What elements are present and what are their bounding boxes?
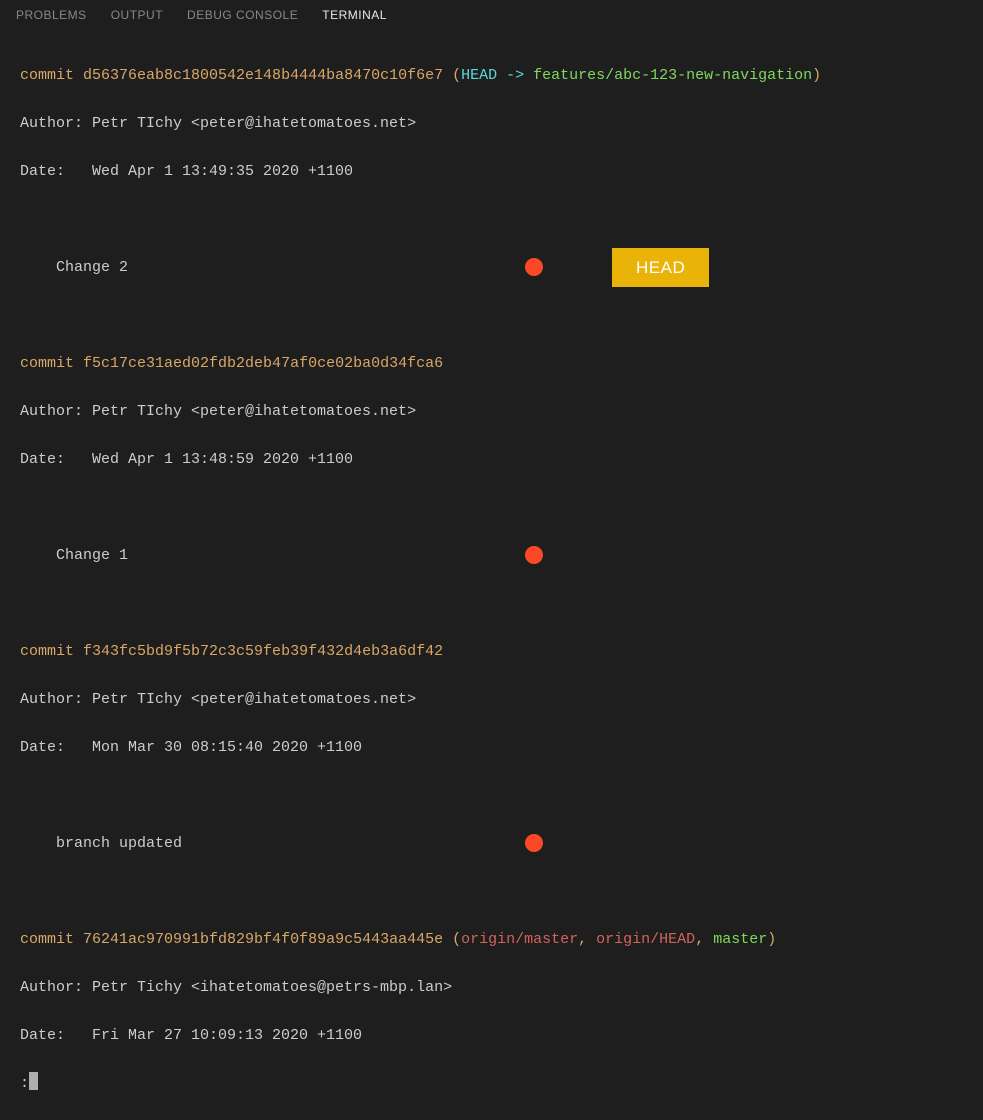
sep: ,: [578, 931, 596, 948]
commit-word: commit: [20, 931, 74, 948]
author-line: Author: Petr TIchy <peter@ihatetomatoes.…: [20, 688, 963, 712]
author-line: Author: Petr Tichy <ihatetomatoes@petrs-…: [20, 976, 963, 1000]
commit-line: commit f5c17ce31aed02fdb2deb47af0ce02ba0…: [20, 352, 963, 376]
tab-output[interactable]: OUTPUT: [111, 8, 163, 22]
commit-hash: f5c17ce31aed02fdb2deb47af0ce02ba0d34fca6: [83, 355, 443, 372]
refs-open: (: [443, 931, 461, 948]
blank-line: [20, 208, 963, 232]
blank-line: [20, 880, 963, 904]
remote-ref: origin/HEAD: [596, 931, 695, 948]
message-text: Change 1: [20, 547, 128, 564]
blank-line: [20, 592, 963, 616]
commit-hash: d56376eab8c1800542e148b4444ba8470c10f6e7: [83, 67, 443, 84]
annotation-dot-icon: [525, 546, 543, 564]
head-badge: HEAD: [612, 248, 709, 287]
blank-line: [20, 496, 963, 520]
message-text: Change 2: [20, 259, 128, 276]
commit-hash: 76241ac970991bfd829bf4f0f89a9c5443aa445e: [83, 931, 443, 948]
refs-open: (: [443, 67, 461, 84]
tab-problems[interactable]: PROBLEMS: [16, 8, 87, 22]
head-ref: HEAD ->: [461, 67, 533, 84]
prompt-char: :: [20, 1075, 29, 1092]
panel-tabs: PROBLEMS OUTPUT DEBUG CONSOLE TERMINAL: [0, 0, 983, 30]
commit-word: commit: [20, 643, 74, 660]
author-line: Author: Petr TIchy <peter@ihatetomatoes.…: [20, 400, 963, 424]
commit-line: commit d56376eab8c1800542e148b4444ba8470…: [20, 64, 963, 88]
commit-line: commit 76241ac970991bfd829bf4f0f89a9c544…: [20, 928, 963, 952]
commit-word: commit: [20, 355, 74, 372]
remote-ref: origin/master: [461, 931, 578, 948]
terminal-output[interactable]: commit d56376eab8c1800542e148b4444ba8470…: [0, 30, 983, 1120]
blank-line: [20, 784, 963, 808]
branch-ref: features/abc-123-new-navigation: [533, 67, 812, 84]
pager-prompt[interactable]: :: [20, 1072, 963, 1096]
commit-message: branch updated: [20, 832, 963, 856]
date-line: Date: Wed Apr 1 13:49:35 2020 +1100: [20, 160, 963, 184]
commit-hash: f343fc5bd9f5b72c3c59feb39f432d4eb3a6df42: [83, 643, 443, 660]
refs-close: ): [767, 931, 776, 948]
tab-debug-console[interactable]: DEBUG CONSOLE: [187, 8, 298, 22]
commit-message: Change 2HEAD: [20, 256, 963, 280]
date-line: Date: Mon Mar 30 08:15:40 2020 +1100: [20, 736, 963, 760]
sep: ,: [695, 931, 713, 948]
cursor-icon: [29, 1072, 38, 1090]
author-line: Author: Petr TIchy <peter@ihatetomatoes.…: [20, 112, 963, 136]
blank-line: [20, 304, 963, 328]
date-line: Date: Fri Mar 27 10:09:13 2020 +1100: [20, 1024, 963, 1048]
date-line: Date: Wed Apr 1 13:48:59 2020 +1100: [20, 448, 963, 472]
annotation-dot-icon: [525, 258, 543, 276]
annotation-dot-icon: [525, 834, 543, 852]
message-text: branch updated: [20, 835, 182, 852]
branch-ref: master: [713, 931, 767, 948]
commit-line: commit f343fc5bd9f5b72c3c59feb39f432d4eb…: [20, 640, 963, 664]
refs-close: ): [812, 67, 821, 84]
commit-word: commit: [20, 67, 74, 84]
commit-message: Change 1: [20, 544, 963, 568]
tab-terminal[interactable]: TERMINAL: [322, 8, 387, 22]
